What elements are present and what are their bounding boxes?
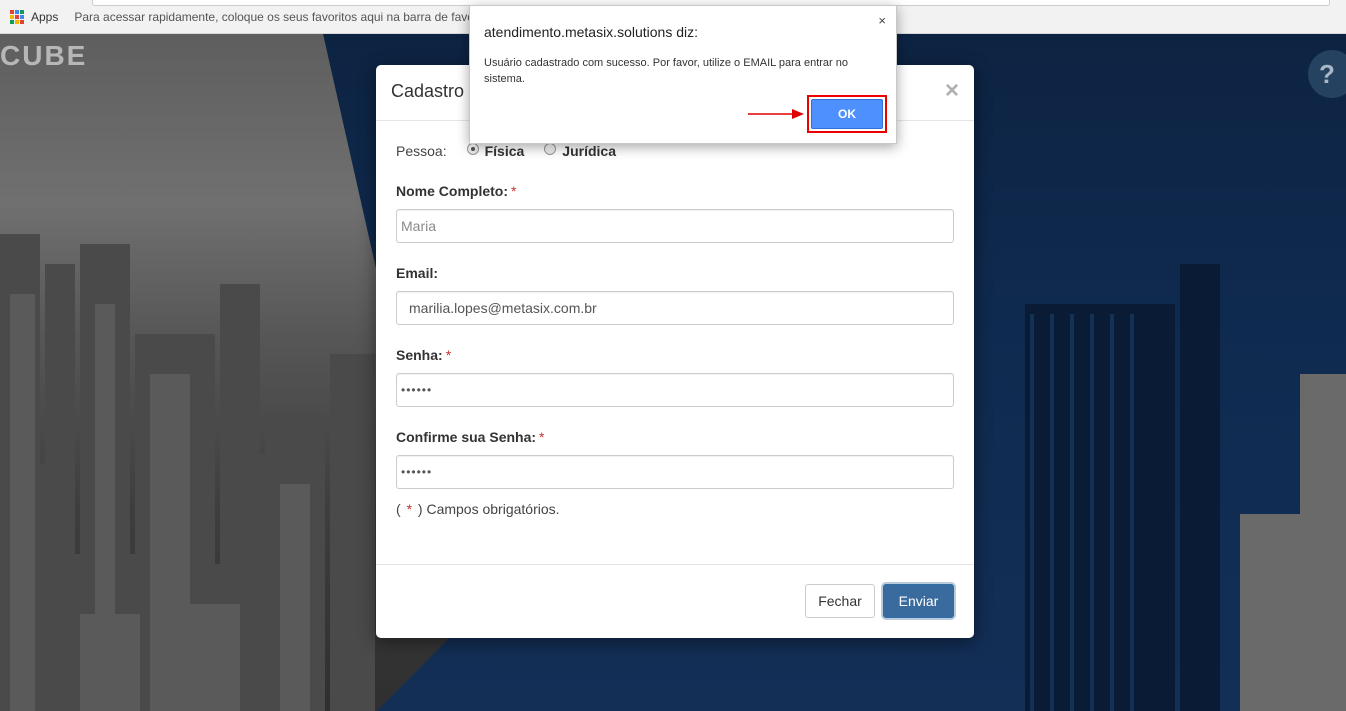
close-button[interactable]: Fechar (805, 584, 875, 618)
required-mark: * (539, 429, 545, 445)
confirm-password-label: Confirme sua Senha: * (396, 429, 545, 445)
brand-logo: CUBE (0, 40, 88, 71)
ok-button[interactable]: OK (811, 99, 883, 129)
bookmarks-hint: Para acessar rapidamente, coloque os seu… (74, 9, 481, 24)
email-field[interactable]: marilia.lopes@metasix.com.br (396, 291, 954, 325)
apps-grid-icon[interactable] (10, 9, 24, 24)
full-name-label: Nome Completo: * (396, 183, 517, 199)
email-label: Email: (396, 265, 439, 281)
radio-juridica-label[interactable]: Jurídica (562, 143, 616, 159)
modal-footer: Fechar Enviar (376, 564, 974, 638)
required-mark: * (445, 347, 452, 363)
alert-close-icon[interactable]: × (878, 13, 886, 28)
full-name-field[interactable]: Maria (396, 209, 954, 243)
modal-title: Cadastro (391, 81, 465, 101)
registration-modal: Cadastro × Pessoa: Física Jurídica Nome … (376, 65, 974, 638)
required-mark: * (511, 183, 517, 199)
modal-close-icon[interactable]: × (945, 79, 959, 103)
alert-dialog: atendimento.metasix.solutions diz: × Usu… (469, 5, 897, 144)
password-field[interactable]: •••••• (396, 373, 954, 407)
alert-message: Usuário cadastrado com sucesso. Por favo… (484, 57, 848, 85)
confirm-password-field[interactable]: •••••• (396, 455, 954, 489)
required-fields-note: ( * ) Campos obrigatórios. (396, 501, 560, 517)
person-type-label: Pessoa: (396, 143, 447, 159)
password-label: Senha: * (396, 347, 452, 363)
radio-fisica[interactable] (466, 143, 479, 155)
registration-form: Pessoa: Física Jurídica Nome Completo: * … (396, 141, 954, 489)
person-type-row: Pessoa: Física Jurídica (396, 141, 954, 161)
alert-title: atendimento.metasix.solutions diz: (484, 24, 698, 40)
send-button[interactable]: Enviar (883, 584, 954, 618)
radio-juridica[interactable] (544, 143, 557, 155)
pointer-arrow-icon (748, 109, 804, 119)
radio-fisica-label[interactable]: Física (485, 143, 525, 159)
apps-shortcut[interactable]: Apps (31, 10, 58, 24)
